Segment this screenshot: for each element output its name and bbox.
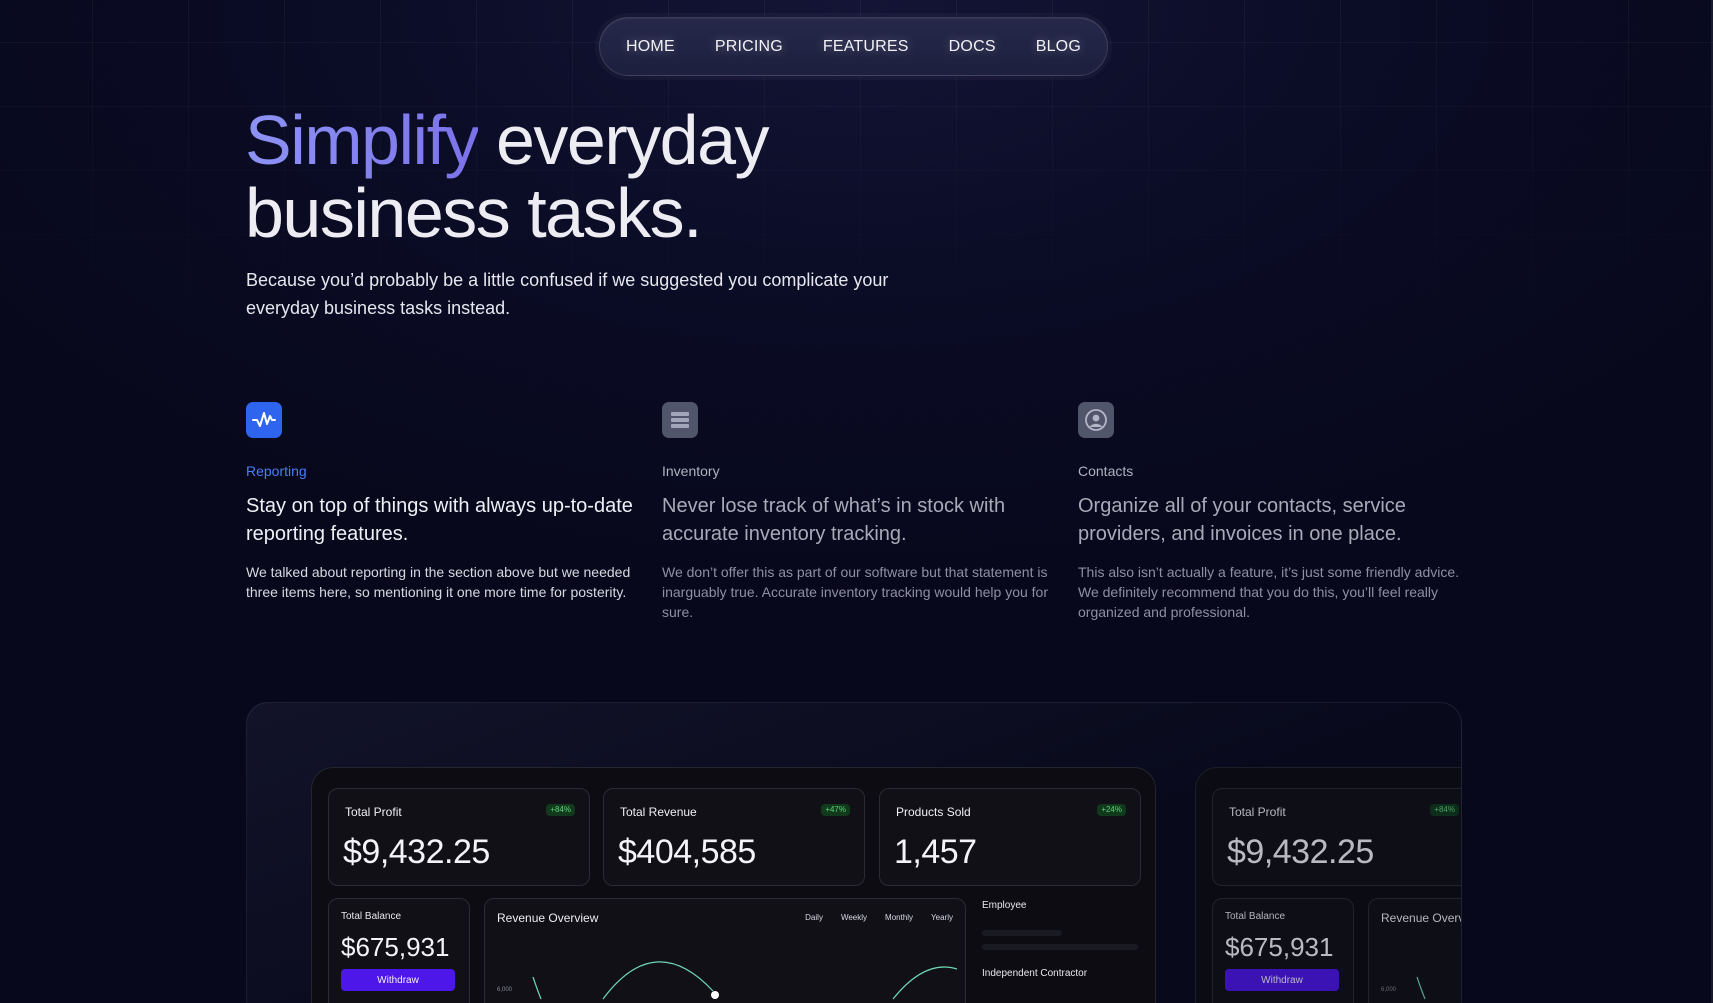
feature-tag: Contacts <box>1078 463 1134 479</box>
hero-subtitle: Because you’d probably be a little confu… <box>246 270 889 318</box>
top-navigation: HOME PRICING FEATURES DOCS BLOG <box>599 17 1108 76</box>
stat-value: $9,432.25 <box>1227 833 1374 871</box>
feature-heading: Organize all of your contacts, service p… <box>1078 495 1406 545</box>
hero-title: Simplify everyday business tasks. <box>245 101 770 252</box>
balance-label: Total Balance <box>341 911 402 922</box>
change-badge: +84% <box>546 804 575 816</box>
dashboard-preview: Total Profit +84% $9,432.25 Total Revenu… <box>311 767 1156 1003</box>
stat-card-total-profit: Total Profit +84% $9,432.25 <box>1212 788 1461 886</box>
employment-breakdown: Employee Independent Contractor <box>982 898 1142 1003</box>
stat-label: Products Sold <box>896 805 971 819</box>
skeleton-bar <box>982 944 1138 950</box>
stat-label: Total Revenue <box>620 805 697 819</box>
feature-description: We talked about reporting in the section… <box>246 564 631 600</box>
nav-pricing[interactable]: PRICING <box>715 38 783 56</box>
balance-card: Total Balance $675,931 Withdraw <box>328 898 470 1003</box>
hero-title-line2: business tasks. <box>245 174 703 252</box>
revenue-overview-card: Revenue Overview 6,000 <box>1368 898 1461 1003</box>
nav-blog[interactable]: BLOG <box>1036 38 1081 56</box>
nav-home[interactable]: HOME <box>626 38 675 56</box>
feature-description: This also isn’t actually a feature, it’s… <box>1078 564 1460 620</box>
stat-value: $404,585 <box>618 833 756 871</box>
hero-title-rest: everyday <box>478 101 770 179</box>
contractor-label: Independent Contractor <box>982 968 1088 979</box>
nav-docs[interactable]: DOCS <box>949 38 996 56</box>
feature-description: We don’t offer this as part of our softw… <box>662 564 1048 620</box>
stat-card-total-profit: Total Profit +84% $9,432.25 <box>328 788 590 886</box>
revenue-line-chart <box>1416 976 1426 1000</box>
feature-heading: Stay on top of things with always up-to-… <box>246 495 633 545</box>
withdraw-button[interactable]: Withdraw <box>1225 969 1339 991</box>
balance-label: Total Balance <box>1225 911 1286 922</box>
change-badge: +24% <box>1097 804 1126 816</box>
feature-reporting: Reporting Stay on top of things with alw… <box>246 402 646 602</box>
skeleton-bar <box>982 930 1062 936</box>
withdraw-button[interactable]: Withdraw <box>341 969 455 991</box>
dashboard-preview-secondary: Total Profit +84% $9,432.25 Total Balanc… <box>1195 767 1461 1003</box>
balance-card: Total Balance $675,931 Withdraw <box>1212 898 1354 1003</box>
feature-tag: Inventory <box>662 463 720 479</box>
balance-value: $675,931 <box>341 932 450 962</box>
dashboard-showcase: Total Profit +84% $9,432.25 Total Revenu… <box>246 702 1462 1003</box>
change-badge: +84% <box>1430 804 1459 816</box>
stat-value: 1,457 <box>894 833 977 871</box>
stat-label: Total Profit <box>1229 805 1286 819</box>
employee-label: Employee <box>982 900 1027 911</box>
revenue-line <box>532 961 958 1000</box>
revenue-marker <box>711 991 719 999</box>
inventory-icon <box>662 402 698 438</box>
feature-heading: Never lose track of what’s in stock with… <box>662 495 1006 545</box>
feature-contacts: Contacts Organize all of your contacts, … <box>1078 402 1478 622</box>
change-badge: +47% <box>821 804 850 816</box>
feature-tag: Reporting <box>246 463 307 479</box>
stat-card-total-revenue: Total Revenue +47% $404,585 <box>603 788 865 886</box>
activity-icon <box>246 402 282 438</box>
balance-value: $675,931 <box>1225 932 1334 962</box>
revenue-line-chart <box>532 961 958 1000</box>
contact-icon <box>1078 402 1114 438</box>
feature-inventory: Inventory Never lose track of what’s in … <box>662 402 1062 622</box>
stat-value: $9,432.25 <box>343 833 490 871</box>
stat-label: Total Profit <box>345 805 402 819</box>
hero-title-accent: Simplify <box>245 101 480 179</box>
nav-features[interactable]: FEATURES <box>823 38 909 56</box>
revenue-overview-card: Revenue Overview Daily Weekly Monthly Ye… <box>484 898 966 1003</box>
revenue-line <box>1416 976 1426 1000</box>
stat-card-products-sold: Products Sold +24% 1,457 <box>879 788 1141 886</box>
